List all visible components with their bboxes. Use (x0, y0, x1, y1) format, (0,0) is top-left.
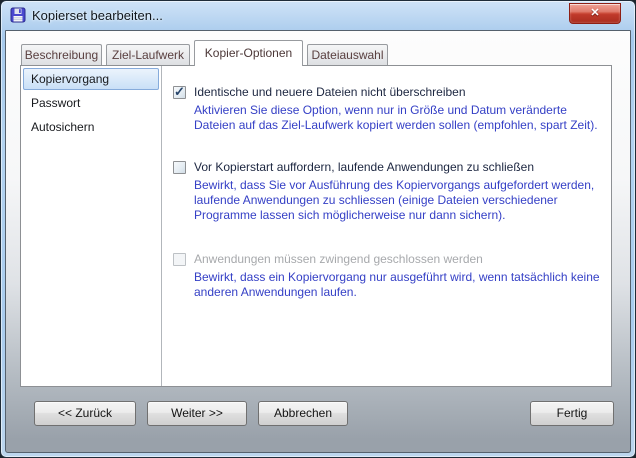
close-button[interactable]: ✕ (569, 3, 621, 24)
option-prompt-close-apps: Vor Kopierstart auffordern, laufende Anw… (173, 160, 601, 223)
sidebar-item-kopiervorgang[interactable]: Kopiervorgang (23, 68, 159, 90)
title-bar[interactable]: Kopierset bearbeiten... ✕ (1, 1, 635, 30)
sidebar-item-passwort[interactable]: Passwort (23, 92, 159, 114)
sidebar-item-autosichern[interactable]: Autosichern (23, 116, 159, 138)
finish-button[interactable]: Fertig (530, 401, 614, 426)
sidebar-item-label: Passwort (31, 96, 80, 110)
checkbox-force-close-apps (173, 253, 186, 266)
dialog-client-area: Beschreibung Ziel-Laufwerk Kopier-Option… (5, 30, 631, 453)
tab-kopier-optionen[interactable]: Kopier-Optionen (194, 40, 303, 66)
option-description: Aktivieren Sie diese Option, wenn nur in… (194, 103, 601, 133)
close-icon: ✕ (590, 7, 599, 19)
option-description: Bewirkt, dass Sie vor Ausführung des Kop… (194, 178, 601, 223)
cancel-button[interactable]: Abbrechen (258, 401, 348, 426)
options-panel: ✓ Identische und neuere Dateien nicht üb… (173, 85, 601, 300)
option-label[interactable]: Vor Kopierstart auffordern, laufende Anw… (194, 160, 534, 175)
tab-page-kopier-optionen: Kopiervorgang Passwort Autosichern ✓ Ide… (20, 65, 612, 387)
option-skip-identical: ✓ Identische und neuere Dateien nicht üb… (173, 85, 601, 133)
dialog-window: Kopierset bearbeiten... ✕ Beschreibung Z… (0, 0, 636, 458)
back-button[interactable]: << Zurück (34, 401, 136, 426)
tab-label: Kopier-Optionen (205, 46, 292, 60)
next-button[interactable]: Weiter >> (147, 401, 247, 426)
checkbox-skip-identical[interactable]: ✓ (173, 86, 186, 99)
sidebar-item-label: Autosichern (31, 120, 94, 134)
tab-label: Ziel-Laufwerk (112, 48, 184, 62)
options-category-list: Kopiervorgang Passwort Autosichern (21, 66, 162, 386)
check-icon: ✓ (174, 84, 185, 100)
option-force-close-apps: Anwendungen müssen zwingend geschlossen … (173, 252, 601, 300)
tab-beschreibung[interactable]: Beschreibung (21, 44, 102, 65)
checkbox-prompt-close-apps[interactable] (173, 161, 186, 174)
option-label: Anwendungen müssen zwingend geschlossen … (194, 252, 483, 267)
option-description: Bewirkt, dass ein Kopiervorgang nur ausg… (194, 270, 601, 300)
window-title: Kopierset bearbeiten... (32, 8, 163, 23)
floppy-disk-icon (10, 7, 26, 23)
tab-label: Beschreibung (25, 48, 98, 62)
tab-ziel-laufwerk[interactable]: Ziel-Laufwerk (106, 44, 190, 65)
sidebar-item-label: Kopiervorgang (31, 72, 109, 86)
tab-dateiauswahl[interactable]: Dateiauswahl (307, 44, 388, 65)
tab-label: Dateiauswahl (311, 48, 383, 62)
edit-copyset-dialog: Kopierset bearbeiten... ✕ Beschreibung Z… (0, 0, 636, 458)
option-label[interactable]: Identische und neuere Dateien nicht über… (194, 85, 466, 100)
